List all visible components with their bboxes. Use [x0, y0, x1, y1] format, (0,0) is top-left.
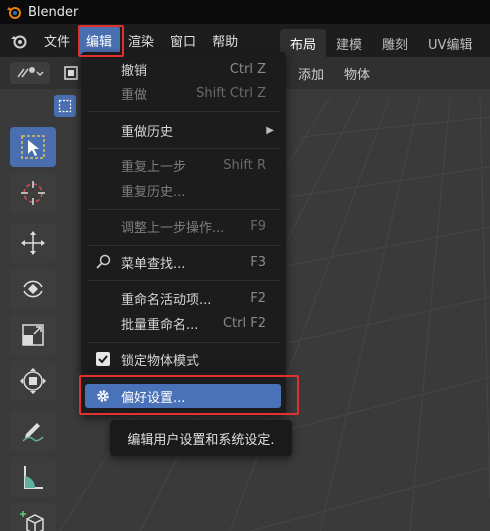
tool-transform[interactable] — [10, 361, 56, 401]
scale-icon — [22, 324, 44, 346]
select-cursor-icon — [21, 135, 45, 159]
repeat-last-label: 重复上一步 — [121, 159, 187, 175]
select-box-mode-button[interactable] — [60, 62, 82, 84]
pivot-icon — [17, 67, 44, 78]
viewport-object-menu[interactable]: 物体 — [344, 62, 370, 84]
transform-icon — [20, 368, 46, 394]
tool-measure[interactable] — [10, 457, 56, 497]
menu-item-adjust-last[interactable]: 调整上一步操作... F9 — [81, 213, 286, 239]
menu-divider — [87, 245, 280, 246]
preferences-tooltip: 编辑用户设置和系统设定. — [110, 420, 292, 456]
tool-rotate[interactable] — [10, 269, 56, 309]
batch-rename-label: 批量重命名... — [121, 317, 199, 333]
edit-menu-dropdown: 撤销 Ctrl Z 重做 Shift Ctrl Z 重做历史 ▶ 重复上一步 S… — [81, 52, 286, 372]
menu-search-label: 菜单查找... — [121, 256, 186, 272]
undo-shortcut: Ctrl Z — [229, 61, 266, 77]
rename-active-label: 重命名活动项... — [121, 292, 212, 308]
preferences-label: 偏好设置... — [121, 390, 186, 406]
tool-select-box[interactable] — [10, 127, 56, 167]
tab-sculpting[interactable]: 雕刻 — [372, 29, 418, 58]
submenu-arrow-icon: ▶ — [266, 124, 274, 136]
menu-render[interactable]: 渲染 — [120, 26, 162, 55]
tool-annotate[interactable] — [10, 411, 56, 451]
batch-rename-shortcut: Ctrl F2 — [222, 315, 266, 331]
menu-divider — [87, 209, 280, 210]
lock-object-modes-label: 锁定物体模式 — [121, 353, 200, 369]
menu-item-menu-search[interactable]: 菜单查找... F3 — [81, 249, 286, 275]
tool-shelf — [10, 127, 60, 531]
rename-active-shortcut: F2 — [250, 290, 266, 306]
menu-edit[interactable]: 编辑 — [78, 26, 121, 55]
edit-menu-dropdown-bottom: 偏好设置... — [81, 372, 286, 414]
menu-item-rename-active[interactable]: 重命名活动项... F2 — [81, 285, 286, 311]
tool-scale[interactable] — [10, 315, 56, 355]
blender-logo-icon — [7, 7, 21, 19]
menu-divider — [87, 148, 280, 149]
repeat-history-label: 重复历史... — [121, 184, 186, 200]
menu-divider — [87, 342, 280, 343]
tab-modeling[interactable]: 建模 — [326, 29, 372, 58]
cursor-crosshair-icon — [21, 181, 45, 205]
undo-label: 撤销 — [121, 63, 148, 79]
search-icon — [95, 254, 111, 270]
adjust-last-shortcut: F9 — [250, 218, 266, 234]
menu-search-shortcut: F3 — [250, 254, 266, 270]
menu-item-batch-rename[interactable]: 批量重命名... Ctrl F2 — [81, 310, 286, 336]
adjust-last-label: 调整上一步操作... — [121, 220, 225, 236]
select-box-icon — [64, 66, 78, 80]
tab-layout[interactable]: 布局 — [280, 29, 327, 58]
tab-uv-editing[interactable]: UV编辑 — [418, 29, 482, 58]
tool-move[interactable] — [10, 223, 56, 263]
title-bar: Blender — [0, 0, 490, 24]
blender-icon — [11, 35, 27, 48]
menu-divider — [87, 280, 280, 281]
gear-icon — [95, 388, 111, 404]
tool-add-cube[interactable] — [10, 503, 56, 531]
workspace-tabs: 布局 建模 雕刻 UV编辑 — [280, 29, 482, 58]
menu-divider — [87, 111, 280, 112]
tool-cursor[interactable] — [10, 173, 56, 213]
menu-item-repeat-history[interactable]: 重复历史... — [81, 177, 286, 203]
measure-ruler-icon — [24, 466, 43, 489]
undo-history-label: 重做历史 — [121, 124, 174, 140]
annotate-pencil-icon — [22, 423, 44, 442]
rotate-icon — [23, 280, 43, 298]
menu-item-lock-object-modes[interactable]: 锁定物体模式 — [81, 346, 286, 372]
redo-label: 重做 — [121, 87, 148, 103]
window-title: Blender — [28, 4, 79, 20]
repeat-last-shortcut: Shift R — [223, 157, 266, 173]
menu-item-preferences[interactable]: 偏好设置... — [85, 384, 281, 408]
menu-help[interactable]: 帮助 — [204, 26, 246, 55]
menu-file[interactable]: 文件 — [36, 26, 78, 55]
transform-pivot-button[interactable] — [10, 62, 50, 84]
tooltip-text: 编辑用户设置和系统设定. — [127, 432, 275, 448]
add-cube-icon — [20, 511, 44, 531]
blender-menu-button[interactable] — [8, 30, 30, 52]
select-mode-button[interactable] — [54, 95, 76, 117]
move-arrows-icon — [21, 231, 45, 255]
menu-window[interactable]: 窗口 — [162, 26, 204, 55]
redo-shortcut: Shift Ctrl Z — [196, 85, 266, 101]
menu-item-undo[interactable]: 撤销 Ctrl Z — [81, 56, 286, 82]
menu-item-repeat-last[interactable]: 重复上一步 Shift R — [81, 152, 286, 178]
checkbox-checked-icon[interactable] — [95, 351, 111, 367]
menu-item-redo[interactable]: 重做 Shift Ctrl Z — [81, 80, 286, 106]
menu-item-undo-history[interactable]: 重做历史 ▶ — [81, 117, 286, 143]
viewport-add-menu[interactable]: 添加 — [298, 62, 324, 84]
select-mode-icon — [58, 99, 72, 113]
